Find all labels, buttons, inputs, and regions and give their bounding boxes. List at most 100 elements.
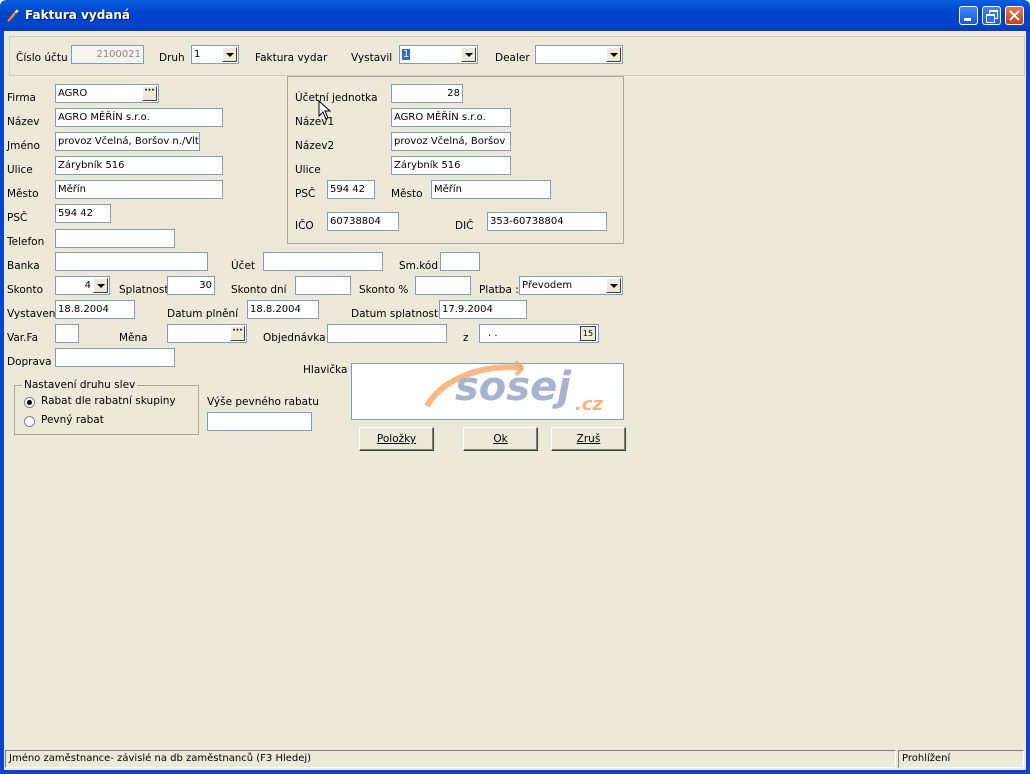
ulice-label: Ulice [7, 164, 33, 176]
sosej-watermark: sosej .cz [423, 360, 633, 420]
splatnost-field[interactable]: 30 [167, 276, 215, 295]
logo-suffix: .cz [575, 394, 603, 415]
nazev-field[interactable]: AGRO MĚŘÍN s.r.o. [55, 108, 223, 127]
vystaveni-field[interactable]: 18.8.2004 [55, 300, 135, 319]
vystavil-label: Vystavil [351, 52, 393, 64]
mesto-field[interactable]: Měřín [55, 180, 223, 199]
mena-label: Měna [119, 332, 148, 344]
cursor-icon [318, 100, 332, 120]
radio-rabat-skupiny[interactable] [24, 397, 35, 408]
unit-mesto-field[interactable]: Měřín [431, 180, 551, 199]
jmeno-label: Jméno [7, 140, 40, 152]
unit-psc-field[interactable]: 594 42 [327, 180, 375, 199]
chevron-down-icon[interactable] [93, 278, 108, 293]
splatnost-label: Splatnost [119, 284, 169, 296]
minimize-icon [964, 18, 971, 21]
nazev2-field[interactable]: provoz Včelná, Boršov [391, 132, 511, 151]
calendar-icon[interactable]: 15 [580, 326, 596, 341]
smkod-label: Sm.kód [399, 260, 439, 272]
z-date-field[interactable]: . . 15 [479, 324, 599, 343]
ucetni-field[interactable]: 28 [391, 84, 463, 103]
skonto-dni-label: Skonto dní [231, 284, 287, 296]
cancel-button[interactable]: Zruš [551, 427, 626, 451]
minimize-button[interactable] [959, 6, 978, 25]
ellipsis-icon[interactable]: ··· [142, 86, 157, 101]
ulice-field[interactable]: Zárybník 516 [55, 156, 223, 175]
druh-label: Druh [159, 52, 185, 64]
nazev-label: Název [7, 116, 40, 128]
firma-label: Firma [7, 92, 36, 104]
cislo-uctu-label: Číslo účtu [16, 52, 68, 64]
platba-label: Platba : [479, 284, 519, 296]
psc-label: PSČ [7, 212, 28, 224]
objednavka-label: Objednávka [263, 332, 326, 344]
psc-field[interactable]: 594 42 [55, 204, 111, 223]
telefon-label: Telefon [7, 236, 45, 248]
dic-field[interactable]: 353-60738804 [487, 212, 607, 231]
plneni-label: Datum plnění [167, 308, 239, 320]
vystaveni-label: Vystavení [7, 308, 59, 320]
smkod-field[interactable] [440, 252, 480, 271]
unit-ulice-field[interactable]: Zárybník 516 [391, 156, 511, 175]
skonto-dni-field[interactable] [295, 276, 351, 295]
varfa-field[interactable] [55, 324, 79, 343]
discount-group [14, 385, 199, 435]
logo-text: sosej [455, 364, 571, 410]
jmeno-field[interactable]: provoz Včelná, Boršov n./Vlt. [55, 132, 200, 151]
ucet-label: Účet [231, 260, 256, 272]
z-label: z [463, 332, 469, 344]
vystavil-select[interactable]: 1 [399, 45, 478, 64]
faktura-label: Faktura vydar [255, 52, 328, 64]
unit-psc-label: PSČ [295, 188, 316, 200]
chevron-down-icon[interactable] [606, 47, 621, 62]
telefon-field[interactable] [55, 229, 175, 248]
close-icon [1009, 10, 1020, 21]
ucet-field[interactable] [263, 252, 383, 271]
rabat-skupiny-label: Rabat dle rabatní skupiny [41, 395, 176, 407]
banka-field[interactable] [55, 252, 208, 271]
chevron-down-icon[interactable] [606, 278, 621, 293]
skonto-select[interactable]: 4 [55, 276, 110, 295]
mena-field[interactable]: ··· [167, 324, 247, 343]
window-title: Faktura vydaná [25, 8, 131, 22]
title-bar [0, 0, 1030, 31]
dealer-label: Dealer [495, 52, 530, 64]
ico-label: IČO [295, 220, 314, 232]
platba-select[interactable]: Převodem [519, 276, 623, 295]
fixed-rabat-field[interactable] [207, 412, 312, 431]
unit-mesto-label: Město [391, 188, 423, 200]
chevron-down-icon[interactable] [461, 47, 476, 62]
druh-select[interactable]: 1 [191, 45, 239, 64]
close-button[interactable] [1005, 6, 1024, 25]
firma-field[interactable]: AGRO ··· [55, 84, 159, 103]
ellipsis-icon[interactable]: ··· [230, 326, 245, 341]
dealer-select[interactable] [535, 45, 623, 64]
status-left: Jméno zaměstnance- závislé na db zaměstn… [5, 750, 896, 768]
dic-label: DIČ [455, 220, 474, 232]
status-right: Prohlížení [898, 750, 1024, 768]
discount-legend: Nastavení druhu slev [22, 379, 138, 391]
objednavka-field[interactable] [327, 324, 447, 343]
nazev2-label: Název2 [295, 140, 335, 152]
items-button[interactable]: Položky [359, 427, 434, 451]
cislo-uctu-field: 2100021 [71, 45, 144, 64]
doprava-label: Doprava [7, 356, 52, 368]
restore-button[interactable] [982, 6, 1001, 25]
radio-pevny-rabat[interactable] [24, 416, 35, 427]
chevron-down-icon[interactable] [222, 47, 237, 62]
ucetni-label: Účetní jednotka [295, 92, 378, 104]
splatnosti-label: Datum splatnosti [351, 308, 442, 320]
ico-field[interactable]: 60738804 [327, 212, 399, 231]
splatnosti-field[interactable]: 17.9.2004 [439, 300, 527, 319]
plneni-field[interactable]: 18.8.2004 [247, 300, 319, 319]
ok-button[interactable]: Ok [463, 427, 538, 451]
banka-label: Banka [7, 260, 40, 272]
mesto-label: Město [7, 188, 39, 200]
skonto-pct-label: Skonto % [359, 284, 409, 296]
doprava-field[interactable] [55, 348, 175, 367]
varfa-label: Var.Fa [7, 332, 39, 344]
unit-ulice-label: Ulice [295, 164, 321, 176]
nazev1-field[interactable]: AGRO MĚŘÍN s.r.o. [391, 108, 511, 127]
pevny-rabat-label: Pevný rabat [41, 414, 104, 426]
skonto-pct-field[interactable] [415, 276, 471, 295]
